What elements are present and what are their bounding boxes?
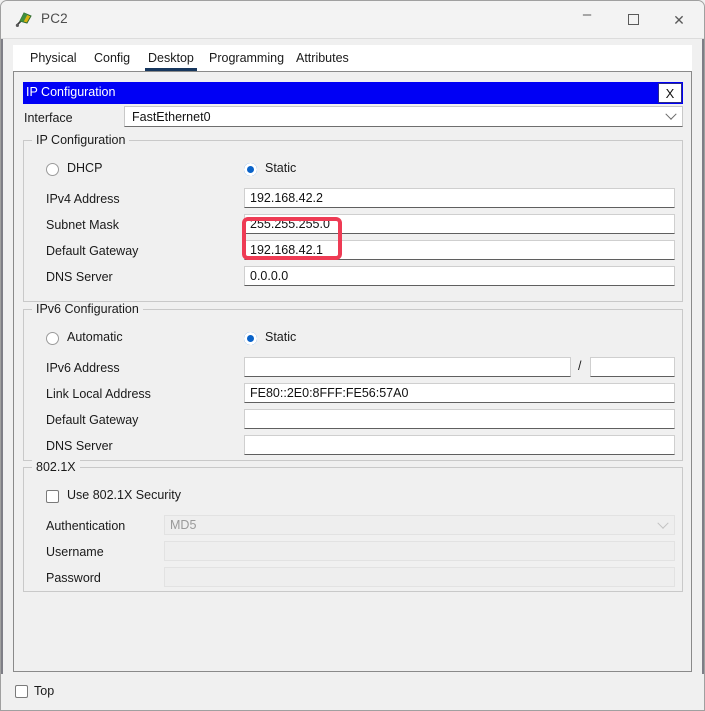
maximize-button[interactable] <box>610 1 656 38</box>
ipv6-configuration-group: IPv6 Configuration Automatic Static IPv6… <box>23 309 683 461</box>
close-icon: ✕ <box>673 13 685 27</box>
ipv6-prefix-length-input[interactable] <box>590 357 675 377</box>
title-bar: PC2 – ✕ <box>1 1 704 39</box>
ipv6-prefix-separator: / <box>578 359 581 373</box>
ipv6-address-label: IPv6 Address <box>46 361 120 375</box>
tab-physical[interactable]: Physical <box>27 45 80 71</box>
tab-desktop-label: Desktop <box>148 51 194 65</box>
ipv4-dns-server-input[interactable]: 0.0.0.0 <box>244 266 675 286</box>
password-input[interactable] <box>164 567 675 587</box>
ipv4-address-input[interactable]: 192.168.42.2 <box>244 188 675 208</box>
interface-selected-value: FastEthernet0 <box>132 110 211 124</box>
desktop-panel: IP Configuration X Interface FastEtherne… <box>13 71 692 672</box>
radio-ipv6-static[interactable] <box>244 332 257 345</box>
tab-config-label: Config <box>94 51 130 65</box>
interface-select[interactable]: FastEthernet0 <box>124 106 683 127</box>
link-local-address-input[interactable]: FE80::2E0:8FFF:FE56:57A0 <box>244 383 675 403</box>
radio-dhcp-label: DHCP <box>67 161 102 175</box>
tab-programming-label: Programming <box>209 51 284 65</box>
ipv4-address-value: 192.168.42.2 <box>250 191 323 205</box>
radio-ipv6-static-label: Static <box>265 330 296 344</box>
close-x-label: X <box>666 86 675 101</box>
tab-config[interactable]: Config <box>91 45 133 71</box>
close-ip-configuration-button[interactable]: X <box>658 83 682 103</box>
ipv6-address-input[interactable] <box>244 357 571 377</box>
window-left-edge <box>1 39 3 710</box>
ipv4-configuration-group: IP Configuration DHCP Static IPv4 Addres… <box>23 140 683 302</box>
tab-desktop[interactable]: Desktop <box>145 45 197 71</box>
subnet-mask-label: Subnet Mask <box>46 218 119 232</box>
ipv4-default-gateway-label: Default Gateway <box>46 244 138 258</box>
use-dot1x-security-checkbox[interactable] <box>46 490 59 503</box>
dot1x-group-title: 802.1X <box>32 460 80 474</box>
link-local-address-label: Link Local Address <box>46 387 151 401</box>
maximize-icon <box>628 14 639 25</box>
ipv4-address-label: IPv4 Address <box>46 192 120 206</box>
password-label: Password <box>46 571 101 585</box>
chevron-down-icon <box>665 109 676 120</box>
ipv4-dns-server-value: 0.0.0.0 <box>250 269 288 283</box>
tab-strip: Physical Config Desktop Programming Attr… <box>13 45 692 71</box>
ipv6-default-gateway-input[interactable] <box>244 409 675 429</box>
link-local-address-value: FE80::2E0:8FFF:FE56:57A0 <box>250 386 408 400</box>
ipv4-group-title: IP Configuration <box>32 133 129 147</box>
top-checkbox[interactable] <box>15 685 28 698</box>
radio-static[interactable] <box>244 163 257 176</box>
subnet-mask-input[interactable]: 255.255.255.0 <box>244 214 675 234</box>
username-label: Username <box>46 545 104 559</box>
ipv6-dns-server-input[interactable] <box>244 435 675 455</box>
chevron-down-icon <box>657 518 668 529</box>
authentication-selected-value: MD5 <box>170 518 196 532</box>
authentication-label: Authentication <box>46 519 125 533</box>
close-window-button[interactable]: ✕ <box>656 1 702 38</box>
radio-static-label: Static <box>265 161 296 175</box>
window-right-edge <box>702 39 704 710</box>
packet-tracer-icon <box>15 11 33 29</box>
footer-bar: Top <box>1 674 704 710</box>
ipv4-default-gateway-input[interactable]: 192.168.42.1 <box>244 240 675 260</box>
tab-programming[interactable]: Programming <box>206 45 287 71</box>
authentication-select[interactable]: MD5 <box>164 515 675 535</box>
ipv6-dns-server-label: DNS Server <box>46 439 113 453</box>
ipv4-dns-server-label: DNS Server <box>46 270 113 284</box>
minimize-button[interactable]: – <box>564 1 610 38</box>
pc-config-window: PC2 – ✕ Physical Config Desktop Programm… <box>0 0 705 711</box>
dot1x-group: 802.1X Use 802.1X Security Authenticatio… <box>23 467 683 592</box>
ipv6-default-gateway-label: Default Gateway <box>46 413 138 427</box>
ip-configuration-header-title: IP Configuration <box>26 85 115 99</box>
use-dot1x-security-label: Use 802.1X Security <box>67 488 181 502</box>
tab-attributes-label: Attributes <box>296 51 349 65</box>
ipv6-group-title: IPv6 Configuration <box>32 302 143 316</box>
radio-ipv6-automatic[interactable] <box>46 332 59 345</box>
interface-label: Interface <box>24 111 73 125</box>
username-input[interactable] <box>164 541 675 561</box>
ip-configuration-header-bar: IP Configuration X <box>23 82 683 104</box>
radio-ipv6-automatic-label: Automatic <box>67 330 123 344</box>
minimize-icon: – <box>583 7 591 22</box>
radio-dhcp[interactable] <box>46 163 59 176</box>
tab-physical-label: Physical <box>30 51 77 65</box>
window-title: PC2 <box>41 11 68 26</box>
ipv4-default-gateway-value: 192.168.42.1 <box>250 243 323 257</box>
tab-attributes[interactable]: Attributes <box>293 45 352 71</box>
subnet-mask-value: 255.255.255.0 <box>250 217 330 231</box>
top-checkbox-label: Top <box>34 684 54 698</box>
